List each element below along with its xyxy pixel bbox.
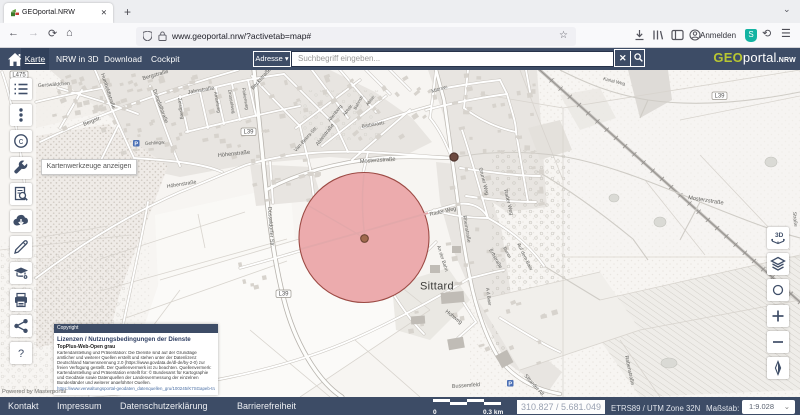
svg-text:P: P bbox=[508, 381, 512, 387]
svg-text:?: ? bbox=[18, 348, 24, 360]
svg-text:L39: L39 bbox=[278, 292, 289, 298]
svg-text:L39: L39 bbox=[243, 130, 254, 136]
svg-text:L39: L39 bbox=[714, 94, 725, 100]
svg-text:3D: 3D bbox=[775, 232, 784, 239]
svg-text:P: P bbox=[134, 141, 138, 147]
svg-text:c: c bbox=[19, 136, 24, 146]
svg-text:Sittard: Sittard bbox=[420, 281, 454, 293]
